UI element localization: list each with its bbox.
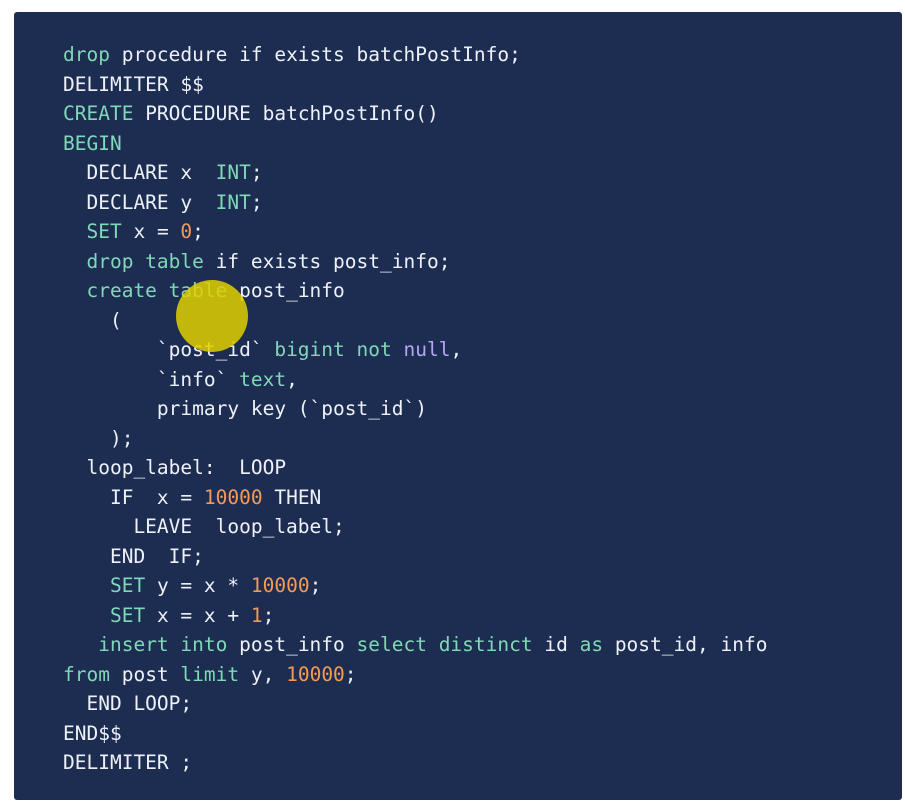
code-line: drop table if exists post_info; xyxy=(63,247,767,277)
sql-code-block: drop procedure if exists batchPostInfo; D… xyxy=(63,40,767,778)
code-snippet-panel: drop procedure if exists batchPostInfo; D… xyxy=(14,12,902,800)
code-line: ); xyxy=(63,424,767,454)
code-token: BEGIN xyxy=(63,131,122,155)
code-line: `post_id` bigint not null, xyxy=(63,335,767,365)
code-token: from xyxy=(63,662,110,686)
code-token: x = xyxy=(121,220,181,243)
code-token: 1 xyxy=(250,603,263,627)
code-token: IF x = xyxy=(63,485,204,509)
code-token: DELIMITER $$ xyxy=(63,72,204,96)
code-token: INT xyxy=(215,190,251,214)
code-line: IF x = 10000 THEN xyxy=(63,483,767,513)
code-token: 10000 xyxy=(250,574,310,597)
code-line: SET x = 0; xyxy=(63,217,767,247)
code-line: DECLARE x INT; xyxy=(63,158,767,188)
code-line: `info` text, xyxy=(63,365,767,395)
code-line: from post limit y, 10000; xyxy=(63,660,767,690)
code-line: LEAVE loop_label; xyxy=(63,512,767,542)
code-line: DELIMITER ; xyxy=(63,748,767,778)
code-token: x = x + xyxy=(145,603,251,627)
code-line: SET x = x + 1; xyxy=(63,601,767,631)
code-line: END$$ xyxy=(63,719,767,749)
code-token: DECLARE y xyxy=(63,190,216,214)
code-token: loop_label: LOOP xyxy=(63,456,287,479)
code-token: ; xyxy=(250,161,263,184)
code-token: 10000 xyxy=(286,662,345,686)
code-token: bigint xyxy=(274,338,345,361)
code-token: END LOOP; xyxy=(63,692,193,715)
code-line: BEGIN xyxy=(63,129,767,159)
code-token: `post_id` xyxy=(63,338,275,361)
code-token: 10000 xyxy=(203,485,263,509)
code-token: ; xyxy=(309,574,322,597)
code-token: SET xyxy=(86,220,122,243)
code-token: ; xyxy=(262,603,275,627)
code-token: `info` xyxy=(63,367,240,391)
code-token: as xyxy=(579,633,604,656)
code-line: drop procedure if exists batchPostInfo; xyxy=(63,40,767,70)
code-token: id xyxy=(532,633,580,656)
code-token: INT xyxy=(215,161,251,184)
code-token: ; xyxy=(344,662,357,686)
code-token: drop xyxy=(63,43,110,66)
code-token: CREATE xyxy=(63,102,134,125)
code-token: null xyxy=(403,338,451,361)
code-line: DELIMITER $$ xyxy=(63,70,767,100)
code-line: CREATE PROCEDURE batchPostInfo() xyxy=(63,99,767,129)
code-token: THEN xyxy=(262,485,322,509)
code-token: post_info xyxy=(227,279,345,302)
code-token: create table xyxy=(86,279,228,302)
code-token: DECLARE x xyxy=(63,161,216,184)
code-token: ( xyxy=(63,308,122,332)
code-token: END$$ xyxy=(63,721,122,745)
code-token: y = x * xyxy=(145,574,251,597)
code-line: END LOOP; xyxy=(63,689,767,719)
code-token: not xyxy=(356,338,392,361)
code-line: insert into post_info select distinct id… xyxy=(63,630,767,660)
code-token: post_info xyxy=(227,633,357,656)
code-token: , xyxy=(450,338,463,361)
code-token: text xyxy=(239,367,287,391)
code-line: primary key (`post_id`) xyxy=(63,394,767,424)
code-token: ; xyxy=(250,190,263,214)
code-token: y, xyxy=(239,662,287,686)
code-token: post_id, info xyxy=(603,633,768,656)
code-token: primary key (`post_id`) xyxy=(63,397,427,420)
code-line: loop_label: LOOP xyxy=(63,453,767,483)
code-token: DELIMITER ; xyxy=(63,751,193,774)
code-token: if exists post_info; xyxy=(203,249,451,273)
code-line: create table post_info xyxy=(63,276,767,306)
code-line: SET y = x * 10000; xyxy=(63,571,767,601)
code-line: END IF; xyxy=(63,542,767,572)
code-token: ); xyxy=(63,426,134,450)
code-token: SET xyxy=(109,603,146,627)
code-token: post xyxy=(109,662,181,686)
code-line: DECLARE y INT; xyxy=(63,188,767,218)
code-token: END IF; xyxy=(63,544,204,568)
code-token: drop table xyxy=(86,249,204,273)
code-token: select distinct xyxy=(356,633,533,656)
code-token: insert into xyxy=(98,633,228,656)
code-token: SET xyxy=(109,574,146,597)
code-token: LEAVE loop_label; xyxy=(63,515,345,538)
code-token: , xyxy=(286,367,298,391)
code-token: 0 xyxy=(180,220,193,243)
code-line: ( xyxy=(63,306,767,336)
code-token: PROCEDURE batchPostInfo() xyxy=(133,102,439,125)
code-token: limit xyxy=(180,662,240,686)
code-token: procedure if exists batchPostInfo; xyxy=(109,43,521,66)
code-token: ; xyxy=(192,220,204,243)
